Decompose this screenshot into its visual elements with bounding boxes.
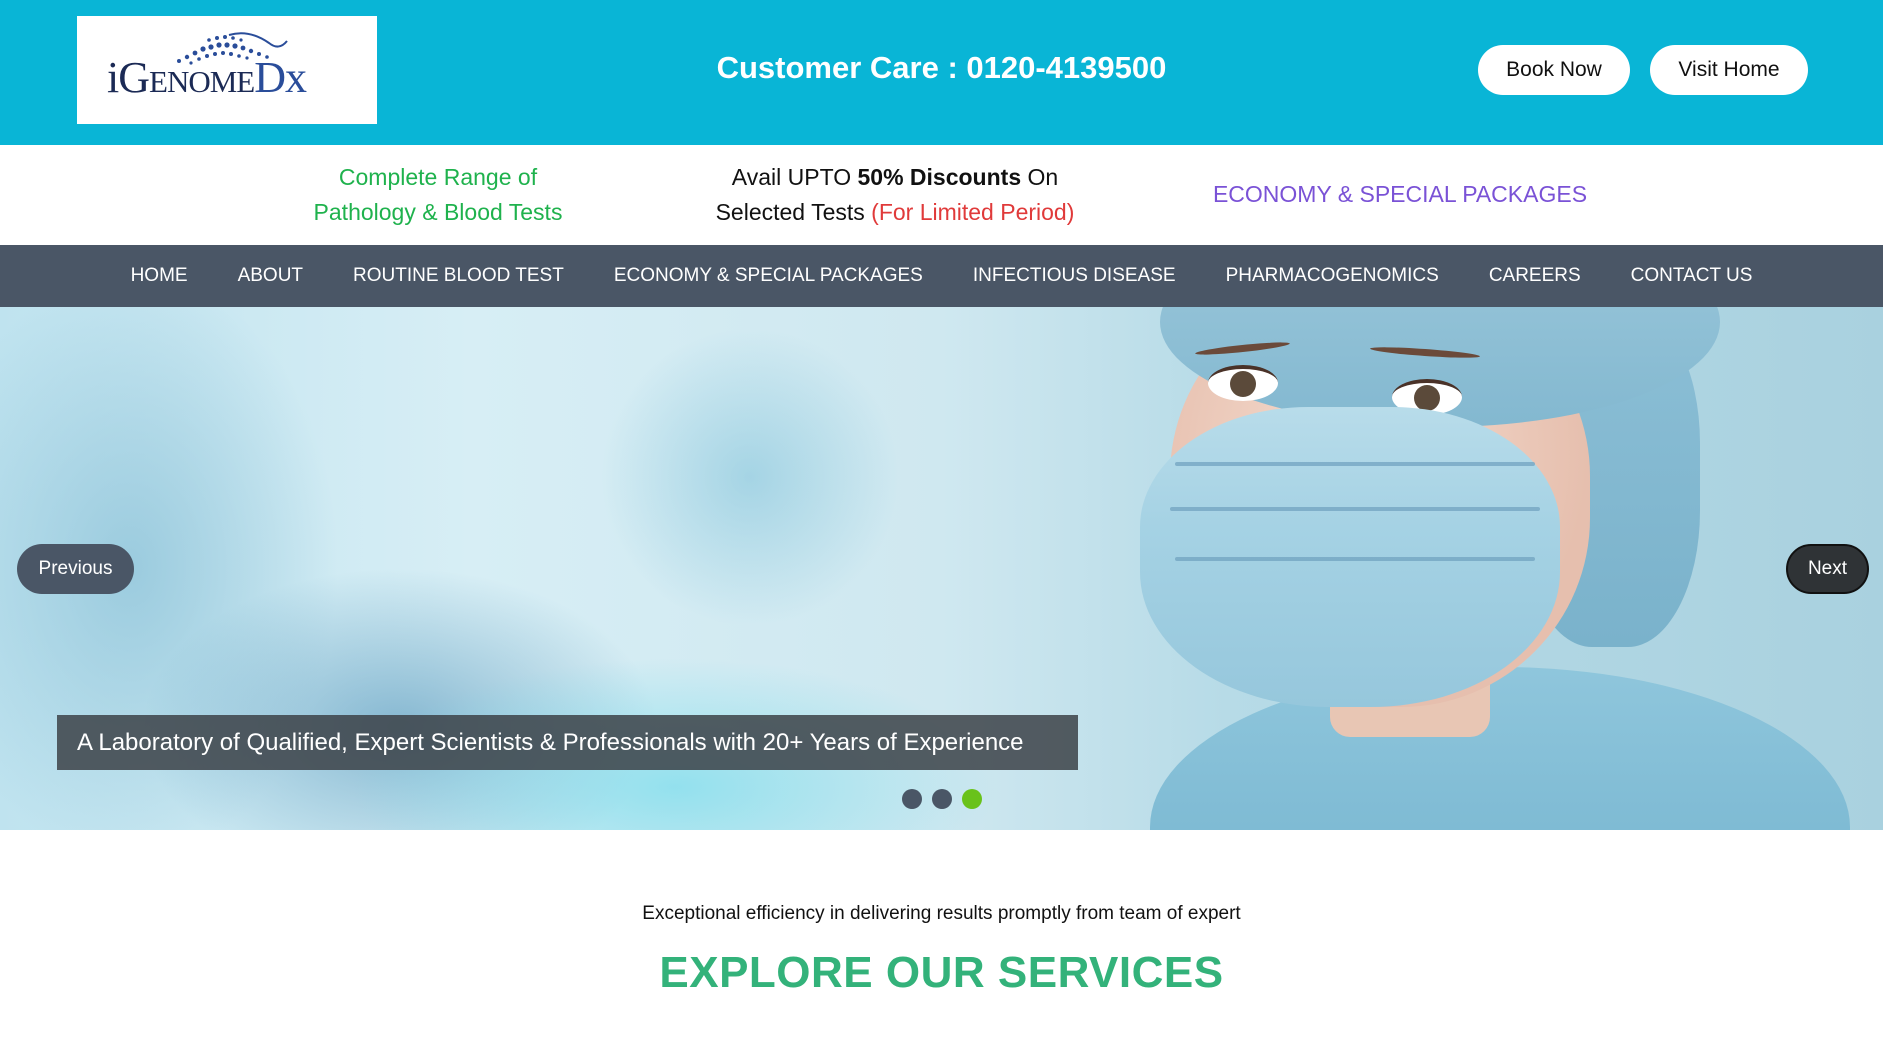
carousel-indicators [902,789,982,809]
packages-link[interactable]: ECONOMY & SPECIAL PACKAGES [1210,177,1590,212]
carousel-next-button[interactable]: Next [1786,544,1869,594]
nav-item-contact-us[interactable]: CONTACT US [1606,265,1778,287]
discount-post: On [1021,164,1059,190]
discount-pre: Avail UPTO [731,164,858,190]
discount-promo-line2: Selected Tests (For Limited Period) [690,195,1100,230]
services-tagline: Exceptional efficiency in delivering res… [642,903,1241,924]
background-blur [600,327,900,627]
mask-pleat [1170,507,1540,511]
carousel-dot-3-active[interactable] [962,789,982,809]
promo-strip: Complete Range of Pathology & Blood Test… [0,145,1883,245]
slide-caption: A Laboratory of Qualified, Expert Scient… [57,715,1078,770]
nav-item-infectious-disease[interactable]: INFECTIOUS DISEASE [948,265,1201,287]
services-heading: EXPLORE OUR SERVICES [659,948,1224,997]
mask-pleat [1175,462,1535,466]
nav-item-careers[interactable]: CAREERS [1464,265,1606,287]
nav-item-about[interactable]: ABOUT [213,265,328,287]
top-header-bar: iGenomeDx Customer Care : 0120-4139500 B… [0,0,1883,145]
nav-item-economy-packages[interactable]: ECONOMY & SPECIAL PACKAGES [589,265,948,287]
carousel-dot-2[interactable] [932,789,952,809]
discount-promo-line1: Avail UPTO 50% Discounts On [690,160,1100,195]
carousel-previous-button[interactable]: Previous [17,544,134,594]
carousel-dot-1[interactable] [902,789,922,809]
nav-item-routine-blood-test[interactable]: ROUTINE BLOOD TEST [328,265,589,287]
discount-promo[interactable]: Avail UPTO 50% Discounts On Selected Tes… [690,160,1100,230]
hero-carousel: Previous Next A Laboratory of Qualified,… [0,307,1883,830]
range-promo-line2: Pathology & Blood Tests [313,199,563,225]
nav-item-pharmacogenomics[interactable]: PHARMACOGENOMICS [1201,265,1464,287]
range-promo-line1: Complete Range of [338,164,538,190]
nav-item-home[interactable]: HOME [106,265,213,287]
visit-home-button[interactable]: Visit Home [1650,45,1808,95]
selected-tests-text: Selected Tests [715,199,872,225]
range-promo[interactable]: Complete Range of Pathology & Blood Test… [288,160,588,230]
discount-amount: 50% Discounts [857,164,1022,190]
mask-pleat [1175,557,1535,561]
limited-period-text: (For Limited Period) [871,199,1075,225]
doctor-eye [1208,365,1278,401]
main-navigation: HOME ABOUT ROUTINE BLOOD TEST ECONOMY & … [0,245,1883,307]
book-now-button[interactable]: Book Now [1478,45,1630,95]
